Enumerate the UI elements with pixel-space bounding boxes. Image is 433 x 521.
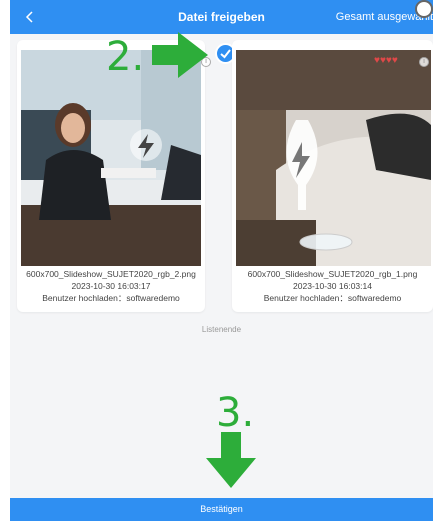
step-2-annotation: 2. — [106, 34, 145, 80]
rating-hearts: ♥♥♥♥ — [374, 55, 398, 66]
info-icon[interactable]: i — [419, 57, 429, 67]
file-uploader: Benutzer hochladen：softwaredemo — [263, 293, 402, 303]
arrow-right-icon — [152, 32, 208, 78]
confirm-button[interactable]: Bestätigen — [10, 498, 433, 521]
file-thumbnail — [236, 50, 431, 266]
file-card[interactable]: 600x700_Slideshow_SUJET2020_rgb_1.png 20… — [232, 40, 433, 312]
file-date: 2023-10-30 16:03:17 — [71, 281, 151, 291]
step-3-annotation: 3. — [216, 390, 255, 436]
corner-circle-icon — [415, 0, 433, 18]
file-card[interactable]: 600x700_Slideshow_SUJET2020_rgb_2.png 20… — [17, 40, 205, 312]
file-meta: 600x700_Slideshow_SUJET2020_rgb_2.png 20… — [17, 268, 205, 304]
file-meta: 600x700_Slideshow_SUJET2020_rgb_1.png 20… — [232, 268, 433, 304]
header-bar: Datei freigeben Gesamt ausgewählt — [10, 0, 433, 34]
file-name: 600x700_Slideshow_SUJET2020_rgb_1.png — [247, 269, 418, 279]
arrow-down-icon — [206, 432, 256, 488]
file-date: 2023-10-30 16:03:14 — [293, 281, 372, 291]
file-name: 600x700_Slideshow_SUJET2020_rgb_2.png — [26, 269, 196, 279]
share-file-dialog: Datei freigeben Gesamt ausgewählt 600x70… — [10, 0, 433, 521]
file-uploader: Benutzer hochladen：softwaredemo — [42, 293, 180, 303]
list-end-label: Listenende — [201, 325, 242, 334]
file-thumbnail — [21, 50, 201, 266]
